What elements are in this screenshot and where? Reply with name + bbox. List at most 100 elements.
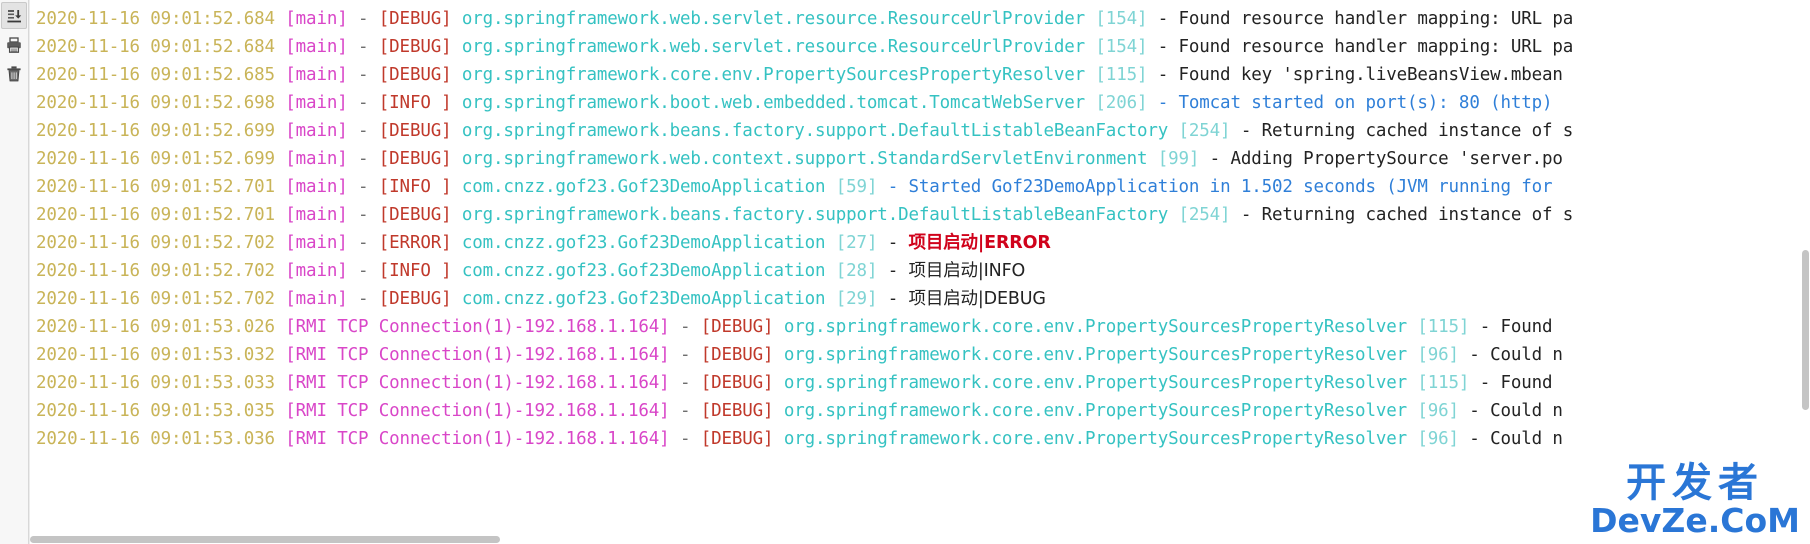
log-level: [DEBUG] bbox=[700, 317, 774, 337]
log-line: 2020-11-16 09:01:52.698 [main] - [INFO ]… bbox=[36, 89, 1573, 117]
log-logger: org.springframework.core.env.PropertySou… bbox=[783, 401, 1407, 421]
log-line: 2020-11-16 09:01:52.699 [main] - [DEBUG]… bbox=[36, 145, 1573, 173]
log-thread: [main] bbox=[285, 65, 348, 85]
log-thread: [main] bbox=[285, 93, 348, 113]
log-lineno: [115] bbox=[1417, 373, 1470, 393]
log-message: - Found resource handler mapping: URL pa bbox=[1147, 9, 1574, 29]
log-thread: [main] bbox=[285, 261, 348, 281]
log-thread: [RMI TCP Connection(1)-192.168.1.164] bbox=[285, 401, 670, 421]
vertical-scrollbar-thumb[interactable] bbox=[1802, 250, 1809, 410]
log-lineno: [206] bbox=[1095, 93, 1148, 113]
log-thread: [main] bbox=[285, 149, 348, 169]
print-icon bbox=[5, 36, 23, 54]
log-timestamp: 2020-11-16 09:01:52.702 bbox=[36, 289, 275, 309]
log-separator: - bbox=[347, 93, 379, 113]
log-timestamp: 2020-11-16 09:01:52.699 bbox=[36, 149, 275, 169]
log-line: 2020-11-16 09:01:52.684 [main] - [DEBUG]… bbox=[36, 5, 1573, 33]
log-level: [ERROR] bbox=[378, 233, 452, 253]
log-level: [DEBUG] bbox=[378, 121, 452, 141]
log-timestamp: 2020-11-16 09:01:52.701 bbox=[36, 177, 275, 197]
log-line: 2020-11-16 09:01:52.684 [main] - [DEBUG]… bbox=[36, 33, 1573, 61]
log-message: - Returning cached instance of s bbox=[1230, 205, 1574, 225]
log-lineno: [99] bbox=[1157, 149, 1200, 169]
log-timestamp: 2020-11-16 09:01:53.033 bbox=[36, 373, 275, 393]
log-timestamp: 2020-11-16 09:01:53.036 bbox=[36, 429, 275, 449]
log-lines-container: 2020-11-16 09:01:52.684 [main] - [DEBUG]… bbox=[30, 0, 1573, 453]
log-separator: - bbox=[347, 37, 379, 57]
horizontal-scrollbar-thumb[interactable] bbox=[30, 536, 500, 543]
log-message: - Adding PropertySource 'server.po bbox=[1199, 149, 1563, 169]
log-thread: [main] bbox=[285, 205, 348, 225]
log-level: [DEBUG] bbox=[700, 373, 774, 393]
left-toolbar bbox=[0, 0, 29, 544]
log-separator: - bbox=[347, 233, 379, 253]
log-logger: org.springframework.core.env.PropertySou… bbox=[783, 317, 1407, 337]
log-logger: org.springframework.web.servlet.resource… bbox=[461, 37, 1086, 57]
log-thread: [RMI TCP Connection(1)-192.168.1.164] bbox=[285, 345, 670, 365]
log-logger: org.springframework.beans.factory.suppor… bbox=[461, 121, 1169, 141]
log-line: 2020-11-16 09:01:52.685 [main] - [DEBUG]… bbox=[36, 61, 1573, 89]
log-timestamp: 2020-11-16 09:01:52.699 bbox=[36, 121, 275, 141]
log-message: - Could n bbox=[1458, 429, 1563, 449]
horizontal-scrollbar[interactable] bbox=[30, 535, 1810, 544]
log-logger: org.springframework.beans.factory.suppor… bbox=[461, 205, 1169, 225]
log-message-cn: 项目启动|DEBUG bbox=[908, 289, 1046, 309]
log-message: - Tomcat started on port(s): 80 (http) bbox=[1147, 93, 1563, 113]
clear-log-button[interactable] bbox=[1, 60, 27, 87]
log-logger: org.springframework.web.context.support.… bbox=[461, 149, 1148, 169]
log-line: 2020-11-16 09:01:52.701 [main] - [DEBUG]… bbox=[36, 201, 1573, 229]
log-lineno: [154] bbox=[1095, 37, 1148, 57]
log-line: 2020-11-16 09:01:52.702 [main] - [INFO ]… bbox=[36, 257, 1573, 285]
download-log-button[interactable] bbox=[1, 2, 27, 29]
log-separator: - bbox=[347, 65, 379, 85]
log-separator: - bbox=[669, 429, 701, 449]
log-message: - Found resource handler mapping: URL pa bbox=[1147, 37, 1574, 57]
log-message-cn: 项目启动|INFO bbox=[908, 261, 1026, 281]
log-level: [DEBUG] bbox=[378, 205, 452, 225]
log-timestamp: 2020-11-16 09:01:52.698 bbox=[36, 93, 275, 113]
log-message: - Found bbox=[1469, 373, 1563, 393]
log-separator: - bbox=[669, 401, 701, 421]
log-logger: org.springframework.core.env.PropertySou… bbox=[783, 345, 1407, 365]
log-lineno: [29] bbox=[835, 289, 878, 309]
log-level: [DEBUG] bbox=[378, 65, 452, 85]
log-thread: [main] bbox=[285, 9, 348, 29]
log-level: [DEBUG] bbox=[378, 149, 452, 169]
log-output-pane[interactable]: 2020-11-16 09:01:52.684 [main] - [DEBUG]… bbox=[29, 0, 1810, 544]
log-lineno: [154] bbox=[1095, 9, 1148, 29]
log-timestamp: 2020-11-16 09:01:53.035 bbox=[36, 401, 275, 421]
log-lineno: [96] bbox=[1417, 345, 1459, 365]
vertical-scrollbar[interactable] bbox=[1801, 0, 1810, 544]
log-line: 2020-11-16 09:01:53.026 [RMI TCP Connect… bbox=[36, 313, 1573, 341]
log-timestamp: 2020-11-16 09:01:52.684 bbox=[36, 37, 275, 57]
log-logger: org.springframework.core.env.PropertySou… bbox=[783, 429, 1407, 449]
log-lineno: [27] bbox=[835, 233, 878, 253]
log-message: - Could n bbox=[1458, 345, 1563, 365]
log-timestamp: 2020-11-16 09:01:52.684 bbox=[36, 9, 275, 29]
log-logger: org.springframework.core.env.PropertySou… bbox=[783, 373, 1407, 393]
log-timestamp: 2020-11-16 09:01:53.026 bbox=[36, 317, 275, 337]
log-timestamp: 2020-11-16 09:01:52.701 bbox=[36, 205, 275, 225]
log-lineno: [254] bbox=[1178, 121, 1231, 141]
log-level: [INFO ] bbox=[378, 177, 452, 197]
log-separator: - bbox=[347, 177, 379, 197]
log-message: - bbox=[877, 289, 909, 309]
log-timestamp: 2020-11-16 09:01:52.685 bbox=[36, 65, 275, 85]
log-message: - Found bbox=[1469, 317, 1563, 337]
log-timestamp: 2020-11-16 09:01:52.702 bbox=[36, 261, 275, 281]
log-level: [DEBUG] bbox=[700, 345, 774, 365]
log-separator: - bbox=[669, 317, 701, 337]
log-message: - Started Gof23DemoApplication in 1.502 … bbox=[877, 177, 1563, 197]
log-lineno: [96] bbox=[1417, 429, 1459, 449]
log-level: [DEBUG] bbox=[378, 9, 452, 29]
log-message: - Found key 'spring.liveBeansView.mbean bbox=[1147, 65, 1563, 85]
log-logger: org.springframework.boot.web.embedded.to… bbox=[461, 93, 1086, 113]
log-level: [INFO ] bbox=[378, 261, 452, 281]
print-log-button[interactable] bbox=[1, 31, 27, 58]
log-separator: - bbox=[347, 121, 379, 141]
log-lineno: [115] bbox=[1417, 317, 1470, 337]
log-message: - Could n bbox=[1458, 401, 1563, 421]
log-message: - bbox=[877, 261, 909, 281]
log-level: [DEBUG] bbox=[700, 429, 774, 449]
log-line: 2020-11-16 09:01:52.702 [main] - [DEBUG]… bbox=[36, 285, 1573, 313]
